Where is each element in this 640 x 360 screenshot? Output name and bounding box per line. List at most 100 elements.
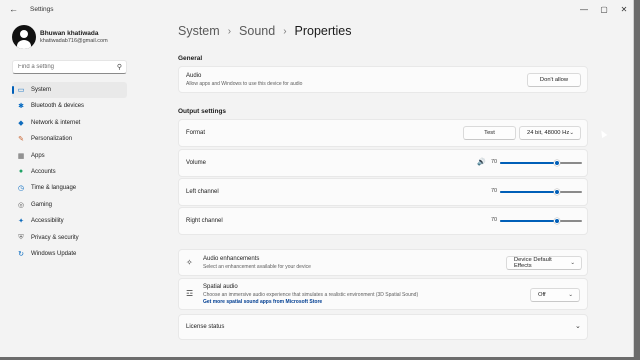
sidebar-item-label: Privacy & security	[31, 234, 79, 241]
right-channel-slider-fill	[500, 220, 557, 222]
sidebar-item-label: System	[31, 87, 52, 93]
right-channel-value: 70	[491, 217, 498, 223]
sidebar-item-system[interactable]: ▭ System	[12, 82, 127, 98]
sidebar-item-windows-update[interactable]: ↻ Windows Update	[12, 246, 127, 262]
brush-icon: ✎	[18, 136, 24, 144]
sidebar-item-label: Accessibility	[31, 218, 64, 225]
sidebar-item-gaming[interactable]: ◎ Gaming	[12, 197, 127, 213]
sidebar-item-label: Apps	[31, 152, 45, 159]
shield-icon: ⛨	[18, 233, 24, 241]
search-icon[interactable]: ⚲	[117, 63, 122, 71]
sidebar-item-privacy[interactable]: ⛨ Privacy & security	[12, 230, 127, 246]
format-card: Format Test 24 bit, 48000 Hz ⌄	[178, 119, 588, 147]
right-channel-label: Right channel	[186, 218, 223, 224]
microsoft-store-link[interactable]: Get more spatial sound apps from Microso…	[203, 299, 322, 305]
license-status-card[interactable]: License status ⌄	[178, 314, 588, 340]
sidebar-item-time-language[interactable]: ◷ Time & language	[12, 180, 127, 196]
spatial-audio-description: Choose an immersive audio experience tha…	[203, 292, 419, 298]
section-output-title: Output settings	[178, 108, 227, 115]
enhancements-label: Audio enhancements	[203, 256, 260, 262]
update-icon: ↻	[18, 250, 24, 258]
format-dropdown[interactable]: 24 bit, 48000 Hz ⌄	[519, 126, 581, 140]
bluetooth-icon: ✱	[18, 103, 24, 111]
sidebar-item-network[interactable]: ◆ Network & internet	[12, 115, 127, 131]
spatial-audio-icon: ☲	[186, 289, 194, 298]
spatial-audio-value: Off	[538, 292, 546, 298]
chevron-right-icon: ›	[283, 25, 287, 37]
format-value: 24 bit, 48000 Hz	[527, 130, 570, 136]
audio-card: Audio Allow apps and Windows to use this…	[178, 66, 588, 93]
right-channel-slider[interactable]	[500, 218, 582, 224]
enhancements-icon: ✧	[186, 258, 193, 267]
page-title: Properties	[294, 24, 352, 38]
window-controls: — ▢ ✕	[574, 0, 633, 18]
volume-card: Volume 🔊 70	[178, 149, 588, 177]
chevron-down-icon: ⌄	[569, 130, 574, 136]
left-channel-value: 70	[491, 188, 498, 194]
speaker-icon[interactable]: 🔊	[477, 158, 486, 166]
volume-value: 70	[491, 159, 498, 165]
audio-enhancements-card: ✧ Audio enhancements Select an enhanceme…	[178, 249, 588, 276]
chevron-down-icon: ⌄	[568, 292, 573, 298]
network-icon: ◆	[18, 119, 24, 127]
volume-label: Volume	[186, 160, 207, 166]
enhancements-dropdown[interactable]: Device Default Effects ⌄	[506, 256, 582, 270]
volume-slider-thumb[interactable]	[554, 160, 560, 166]
sidebar-item-personalization[interactable]: ✎ Personalization	[12, 131, 127, 147]
accessibility-icon: ✦	[18, 218, 24, 226]
maximize-button[interactable]: ▢	[594, 0, 614, 18]
sidebar-item-label: Gaming	[31, 201, 53, 208]
sidebar-item-apps[interactable]: ▦ Apps	[12, 148, 127, 164]
breadcrumb-system[interactable]: System	[178, 24, 220, 38]
system-icon: ▭	[17, 87, 25, 94]
avatar	[12, 25, 36, 49]
breadcrumb-sound[interactable]: Sound	[239, 24, 275, 38]
test-button[interactable]: Test	[463, 126, 516, 140]
profile-email: khatiwadab716@gmail.com	[40, 38, 108, 44]
search-input[interactable]	[18, 64, 114, 70]
minimize-button[interactable]: —	[574, 0, 594, 18]
sidebar-item-label: Time & language	[31, 185, 77, 192]
sidebar-item-bluetooth[interactable]: ✱ Bluetooth & devices	[12, 98, 127, 114]
back-arrow-icon[interactable]: ←	[9, 4, 23, 14]
left-channel-card: Left channel 70	[178, 178, 588, 206]
user-profile[interactable]: Bhuwan khatiwada khatiwadab716@gmail.com	[12, 25, 108, 49]
window-title: Settings	[30, 5, 54, 13]
left-channel-label: Left channel	[186, 189, 219, 195]
breadcrumb: System › Sound › Properties	[178, 24, 352, 38]
right-channel-slider-thumb[interactable]	[554, 218, 560, 224]
sidebar-item-label: Network & internet	[31, 119, 81, 126]
sidebar-item-label: Windows Update	[31, 250, 77, 257]
dont-allow-button[interactable]: Don't allow	[527, 73, 581, 87]
chevron-down-icon[interactable]: ⌄	[575, 322, 581, 330]
spatial-audio-card: ☲ Spatial audio Choose an immersive audi…	[178, 278, 588, 310]
settings-window: ← Settings — ▢ ✕ Bhuwan khatiwada khatiw…	[0, 0, 634, 357]
sidebar-item-accessibility[interactable]: ✦ Accessibility	[12, 213, 127, 229]
account-icon: ●	[18, 168, 24, 176]
sidebar-nav: ▭ System ✱ Bluetooth & devices ◆ Network…	[12, 82, 127, 262]
license-status-label: License status	[186, 324, 225, 330]
sidebar-item-accounts[interactable]: ● Accounts	[12, 164, 127, 180]
enhancements-description: Select an enhancement available for your…	[203, 264, 311, 270]
volume-slider[interactable]	[500, 160, 582, 166]
left-channel-slider[interactable]	[500, 189, 582, 195]
sidebar-item-label: Bluetooth & devices	[31, 103, 85, 110]
chevron-down-icon: ⌄	[570, 260, 575, 266]
apps-icon: ▦	[17, 152, 25, 160]
chevron-right-icon: ›	[227, 25, 232, 37]
enhancements-value: Device Default Effects	[514, 257, 552, 269]
left-channel-slider-thumb[interactable]	[554, 189, 560, 195]
volume-slider-fill	[500, 162, 557, 164]
clock-icon: ◷	[17, 185, 25, 193]
gamepad-icon: ◎	[17, 201, 25, 209]
format-label: Format	[186, 130, 206, 136]
sidebar-item-label: Personalization	[31, 136, 73, 143]
right-channel-card: Right channel 70	[178, 207, 588, 235]
spatial-audio-label: Spatial audio	[203, 284, 238, 290]
section-general-title: General	[178, 55, 203, 62]
close-button[interactable]: ✕	[614, 0, 633, 18]
left-channel-slider-fill	[500, 191, 557, 193]
title-bar: ← Settings — ▢ ✕	[0, 0, 633, 18]
search-box: ⚲	[12, 60, 127, 74]
spatial-audio-dropdown[interactable]: Off ⌄	[530, 288, 580, 302]
